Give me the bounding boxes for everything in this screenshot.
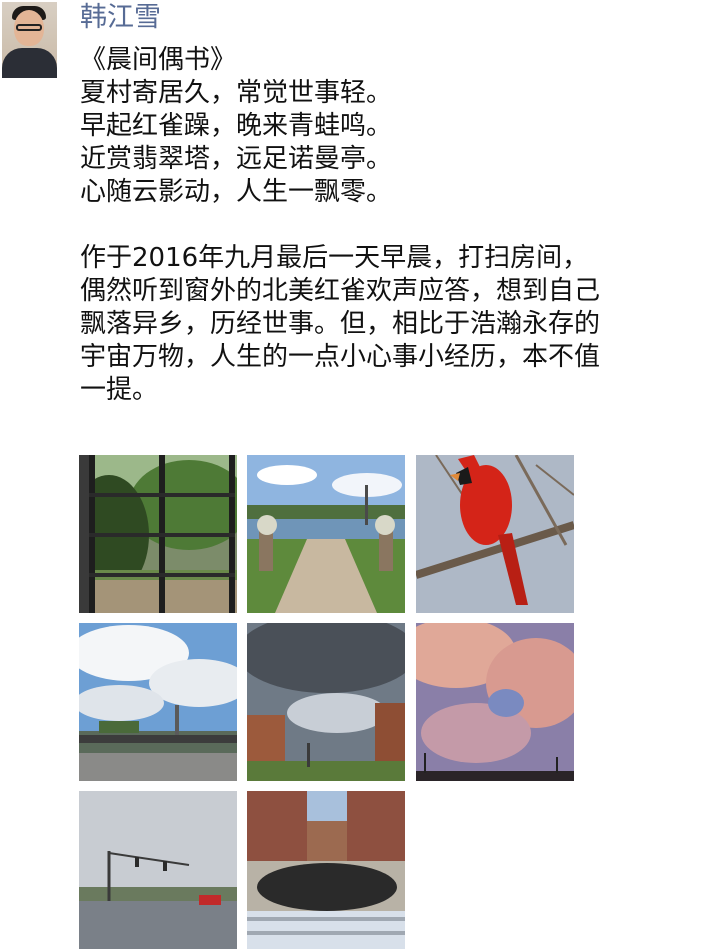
photo-storm-clouds-buildings[interactable] <box>247 623 405 781</box>
photo-cloudy-sky-town[interactable] <box>79 623 237 781</box>
poem-line: 近赏翡翠塔，远足诺曼亭。 <box>80 144 393 174</box>
photo-cloudy-sky-town-image <box>79 623 237 781</box>
poem-line: 早起红雀躁，晚来青蛙鸣。 <box>80 111 393 141</box>
photo-lakeside-garden-image <box>247 455 405 613</box>
note-line: 一提。 <box>80 375 159 405</box>
photo-pink-sunset-clouds[interactable] <box>416 623 574 781</box>
photo-northern-cardinal-image <box>416 455 574 613</box>
note-line: 宇宙万物，人生的一点小心事小经历，本不值 <box>80 342 601 372</box>
photo-pink-sunset-clouds-image <box>416 623 574 781</box>
avatar-shirt <box>2 48 57 78</box>
photo-lakeside-garden[interactable] <box>247 455 405 613</box>
photo-northern-cardinal[interactable] <box>416 455 574 613</box>
note-line: 作于2016年九月最后一天早晨，打扫房间， <box>80 243 589 273</box>
photo-rainy-intersection-image <box>79 791 237 949</box>
photo-storm-clouds-buildings-image <box>247 623 405 781</box>
note-line: 偶然听到窗外的北美红雀欢声应答，想到自己 <box>80 276 601 306</box>
photo-window-garden-image <box>79 455 237 613</box>
post-text: 《晨间偶书》 夏村寄居久，常觉世事轻。 早起红雀躁，晚来青蛙鸣。 近赏翡翠塔，远… <box>80 44 690 407</box>
poem-line: 夏村寄居久，常觉世事轻。 <box>80 78 393 108</box>
avatar-glasses <box>16 24 42 31</box>
avatar[interactable] <box>2 2 57 78</box>
note-line: 飘落异乡，历经世事。但，相比于浩瀚永存的 <box>80 309 601 339</box>
poem-line: 心随云影动，人生一飘零。 <box>80 177 393 207</box>
photo-campus-crowd-image <box>247 791 405 949</box>
poem-title: 《晨间偶书》 <box>80 45 237 75</box>
photo-window-garden[interactable] <box>79 455 237 613</box>
photo-campus-crowd[interactable] <box>247 791 405 949</box>
photo-rainy-intersection[interactable] <box>79 791 237 949</box>
author-name[interactable]: 韩江雪 <box>80 2 161 34</box>
